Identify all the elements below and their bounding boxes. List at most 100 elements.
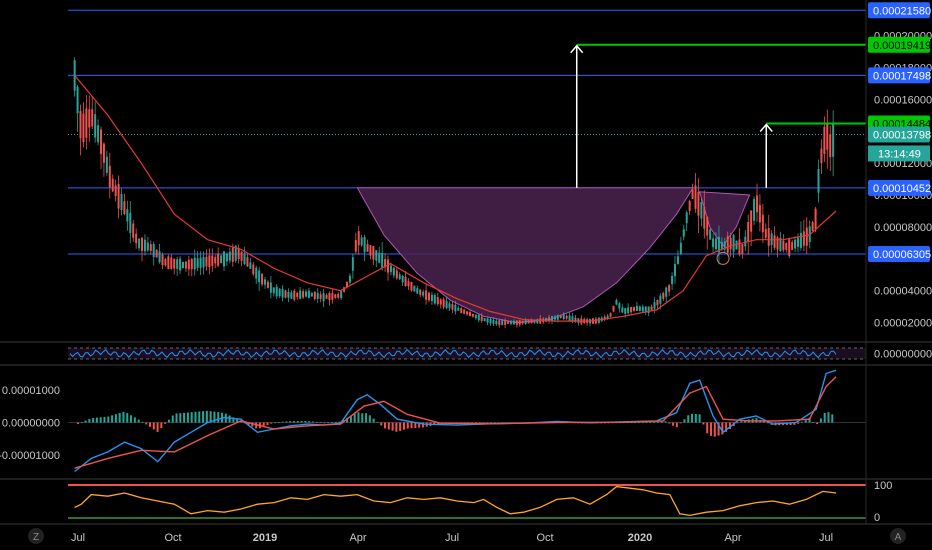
candle-body [322, 292, 325, 302]
candle-body [802, 231, 805, 246]
macd-histogram-bar [76, 422, 79, 424]
candle-body [829, 134, 832, 157]
level-price-tag[interactable]: 0.00010452 [873, 183, 931, 195]
macd-histogram-bar [205, 410, 208, 423]
macd-histogram-bar [118, 412, 121, 423]
candle-body [310, 293, 313, 297]
candle-body [202, 256, 205, 268]
candle-body [363, 237, 366, 253]
x-tick-label: 2020 [628, 532, 652, 544]
rsi-band [68, 348, 866, 359]
candle-body [395, 270, 398, 279]
candle-body [559, 315, 562, 318]
macd-histogram-bar [338, 421, 341, 423]
candle-body [744, 236, 747, 247]
macd-histogram-bar [365, 413, 368, 423]
price-tick-label: 0.00016000 [874, 94, 932, 106]
macd-histogram-bar [99, 417, 102, 423]
candle-body [624, 308, 627, 314]
target-price-tag[interactable]: 0.00019419 [873, 40, 931, 52]
candle-body [313, 291, 316, 299]
candle-body [205, 256, 208, 267]
macd-histogram-bar [183, 412, 186, 423]
candle-body [729, 237, 732, 250]
candle-body [184, 261, 187, 269]
macd-histogram-bar [122, 411, 125, 423]
corner-right-label: A [895, 532, 902, 543]
candle-body [785, 243, 788, 250]
candle-body [425, 290, 428, 300]
macd-tick-label: -0.00001000 [0, 450, 60, 462]
candle-body [665, 287, 668, 297]
macd-histogram-bar [812, 422, 815, 423]
candle-body [782, 240, 785, 251]
macd-histogram-bar [357, 412, 360, 423]
rsi-pane[interactable]: 0.00000000 [68, 347, 932, 361]
candle-body [252, 264, 255, 275]
candle-body [565, 315, 568, 319]
candle-body [351, 257, 354, 271]
candle-body [826, 124, 829, 150]
macd-histogram-bar [391, 422, 394, 431]
macd-histogram-bar [277, 422, 280, 423]
candle-body [709, 229, 712, 240]
candle-body [492, 319, 495, 324]
macd-histogram-bar [823, 412, 826, 423]
candle-body [100, 129, 103, 154]
candle-body [231, 247, 234, 262]
candle-body [170, 257, 173, 269]
macd-histogram-bar [691, 413, 694, 423]
candle-body [190, 258, 193, 270]
macd-histogram-bar [171, 415, 174, 423]
candle-body [685, 212, 688, 224]
macd-histogram-bar [653, 422, 656, 424]
corner-left-label: Z [33, 532, 39, 543]
trading-chart[interactable]: 0.00000000 0.00001000 0.00000000 -0.000010… [0, 0, 932, 550]
macd-histogram-bar [402, 422, 405, 430]
candle-body [469, 312, 472, 316]
macd-histogram-bar [289, 421, 292, 423]
macd-histogram-bar [709, 422, 712, 436]
macd-histogram-bar [160, 422, 163, 429]
candle-body [331, 292, 334, 300]
macd-histogram-bar [217, 412, 220, 423]
candle-body [794, 239, 797, 249]
last-price-tag[interactable]: 0.00013798 [873, 129, 931, 141]
candle-body [428, 292, 431, 301]
level-price-tag[interactable]: 0.00021580 [873, 5, 931, 17]
candle-body [512, 320, 515, 325]
candle-body [240, 251, 243, 261]
candle-body [196, 258, 199, 268]
candle-body [378, 252, 381, 263]
candle-body [726, 236, 729, 253]
candle-body [290, 292, 293, 299]
candle-body [108, 165, 111, 188]
macd-histogram-bar [304, 421, 307, 423]
macd-histogram-bar [353, 413, 356, 423]
rsi-value-label: 0.00000000 [874, 349, 932, 361]
oscillator-tick-label: 0 [874, 512, 880, 524]
candle-body [120, 194, 123, 210]
candle-body [316, 292, 319, 299]
macd-histogram-bar [740, 421, 743, 423]
candle-body [430, 294, 433, 301]
candle-body [114, 185, 117, 197]
candle-body [161, 254, 164, 266]
macd-histogram-bar [702, 422, 705, 425]
macd-histogram-bar [327, 422, 330, 424]
macd-histogram-bar [672, 422, 675, 426]
candle-body [732, 234, 735, 252]
candle-body [366, 244, 369, 252]
candle-body [627, 307, 630, 314]
candle-body [791, 242, 794, 250]
level-price-tag[interactable]: 0.00017498 [873, 70, 931, 82]
candle-body [483, 318, 486, 322]
macd-histogram-bar [797, 422, 800, 424]
macd-histogram-bar [103, 416, 106, 423]
candle-body [381, 253, 384, 268]
candle-body [302, 291, 305, 298]
candle-body [334, 294, 337, 298]
level-price-tag[interactable]: 0.00006305 [873, 249, 931, 261]
candle-body [451, 304, 454, 310]
macd-histogram-bar [679, 422, 682, 424]
